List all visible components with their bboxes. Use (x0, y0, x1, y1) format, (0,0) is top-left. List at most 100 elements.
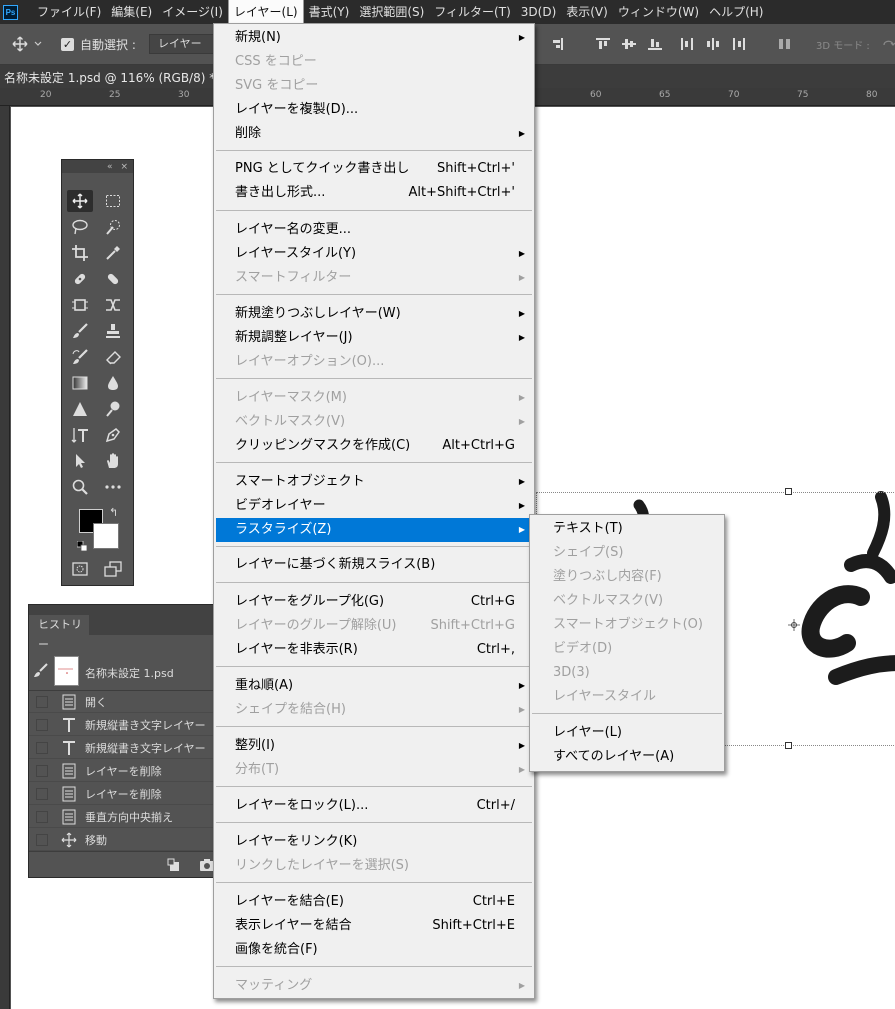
brush-tool-icon[interactable] (67, 320, 93, 342)
menu-item-hide-layers[interactable]: レイヤーを非表示(R) Ctrl+, (216, 638, 532, 662)
vertical-type-tool-icon[interactable] (67, 424, 93, 446)
distribute-center-icon[interactable] (704, 34, 722, 54)
submenu-item-all-layers[interactable]: すべてのレイヤー(A) (532, 745, 722, 769)
history-brush-source-icon[interactable] (33, 662, 49, 678)
align-top-icon[interactable] (594, 34, 612, 54)
document-tab[interactable]: 名称未設定 1.psd @ 116% (RGB/8) * (4, 69, 215, 86)
menu-select[interactable]: 選択範囲(S) (354, 0, 429, 24)
history-source-checkbox[interactable] (36, 695, 48, 708)
gradient-tool-icon[interactable] (67, 372, 93, 394)
blur-tool-icon[interactable] (100, 372, 126, 394)
history-step[interactable]: 開く (29, 691, 217, 713)
menu-filter[interactable]: フィルター(T) (429, 0, 515, 24)
menu-type[interactable]: 書式(Y) (304, 0, 355, 24)
submenu-item-shape[interactable]: シェイプ(S) (532, 541, 722, 565)
align-right-icon[interactable] (547, 34, 565, 54)
quick-selection-tool-icon[interactable] (100, 216, 126, 238)
submenu-item-type[interactable]: テキスト(T) (532, 517, 722, 541)
transform-handle-bottom[interactable] (785, 742, 792, 749)
auto-align-icon[interactable] (776, 34, 794, 54)
auto-select-checkbox[interactable]: ✓ (61, 34, 74, 54)
history-snapshot[interactable]: 名称未設定 1.psd (29, 635, 217, 691)
menu-3d[interactable]: 3D(D) (516, 0, 561, 24)
menu-item-matting[interactable]: マッティング ▶ (216, 974, 532, 998)
pen-triangle-tool-icon[interactable] (67, 398, 93, 420)
submenu-item-layer-style[interactable]: レイヤースタイル (532, 685, 722, 709)
history-source-checkbox[interactable] (36, 833, 48, 846)
history-step[interactable]: レイヤーを削除 (29, 760, 217, 782)
auto-select-target-dropdown[interactable]: レイヤー (149, 34, 219, 54)
path-selection-tool-icon[interactable] (67, 450, 93, 472)
align-vertical-center-icon[interactable] (620, 34, 638, 54)
history-source-checkbox[interactable] (36, 764, 48, 777)
distribute-left-icon[interactable] (678, 34, 696, 54)
eraser-tool-icon[interactable] (100, 346, 126, 368)
submenu-item-smart-object[interactable]: スマートオブジェクト(O) (532, 613, 722, 637)
submenu-item-video[interactable]: ビデオ(D) (532, 637, 722, 661)
history-step[interactable]: 新規縦書き文字レイヤー (29, 737, 217, 759)
menu-item-new-fill-layer[interactable]: 新規塗りつぶしレイヤー(W) ▶ (216, 302, 532, 326)
patch-tool-icon[interactable] (100, 268, 126, 290)
menu-item-duplicate-layer[interactable]: レイヤーを複製(D)... (216, 98, 532, 122)
background-color-swatch[interactable] (93, 523, 119, 549)
eyedropper-tool-icon[interactable] (100, 242, 126, 264)
menu-file[interactable]: ファイル(F) (32, 0, 106, 24)
submenu-item-fill-content[interactable]: 塗りつぶし内容(F) (532, 565, 722, 589)
more-tools-icon[interactable] (100, 476, 126, 498)
menu-layer[interactable]: レイヤー(L) (227, 0, 304, 24)
history-source-checkbox[interactable] (36, 810, 48, 823)
history-source-checkbox[interactable] (36, 787, 48, 800)
history-step[interactable]: 垂直方向中央揃え (29, 806, 217, 828)
new-document-from-state-icon[interactable] (167, 858, 181, 872)
menu-item-new-adjustment-layer[interactable]: 新規調整レイヤー(J) ▶ (216, 326, 532, 350)
menu-item-layer-style[interactable]: レイヤースタイル(Y) ▶ (216, 242, 532, 266)
menu-item-delete[interactable]: 削除 ▶ (216, 122, 532, 146)
screen-mode-icon[interactable] (100, 558, 126, 580)
menu-image[interactable]: イメージ(I) (157, 0, 228, 24)
history-step[interactable]: レイヤーを削除 (29, 783, 217, 805)
menu-view[interactable]: 表示(V) (561, 0, 613, 24)
history-step[interactable]: 移動 (29, 829, 217, 851)
lasso-tool-icon[interactable] (67, 216, 93, 238)
menu-item-layer-mask[interactable]: レイヤーマスク(M) ▶ (216, 386, 532, 410)
default-colors-icon[interactable] (76, 540, 88, 554)
menu-item-smart-filter[interactable]: スマートフィルター ▶ (216, 266, 532, 290)
crop-tool-icon[interactable] (67, 242, 93, 264)
menu-item-flatten-image[interactable]: 画像を統合(F) (216, 938, 532, 962)
3d-orbit-icon[interactable] (882, 34, 895, 54)
pen-tool-icon[interactable] (100, 424, 126, 446)
submenu-item-vector-mask[interactable]: ベクトルマスク(V) (532, 589, 722, 613)
align-bottom-icon[interactable] (646, 34, 664, 54)
history-source-checkbox[interactable] (36, 741, 48, 754)
frame-tool-icon[interactable] (67, 294, 93, 316)
menu-item-lock-layers[interactable]: レイヤーをロック(L)... Ctrl+/ (216, 794, 532, 818)
distribute-right-icon[interactable] (730, 34, 748, 54)
history-brush-tool-icon[interactable] (67, 346, 93, 368)
close-icon[interactable]: × (120, 162, 128, 172)
content-aware-move-tool-icon[interactable] (100, 294, 126, 316)
quick-mask-icon[interactable] (67, 558, 93, 580)
move-tool-icon[interactable] (67, 190, 93, 212)
menu-item-rasterize[interactable]: ラスタライズ(Z) ▶ (216, 518, 532, 542)
clone-stamp-tool-icon[interactable] (100, 320, 126, 342)
menu-edit[interactable]: 編集(E) (106, 0, 157, 24)
menu-item-merge-layers[interactable]: レイヤーを結合(E) Ctrl+E (216, 890, 532, 914)
menu-item-rename-layer[interactable]: レイヤー名の変更... (216, 218, 532, 242)
hand-tool-icon[interactable] (100, 450, 126, 472)
menu-item-merge-visible[interactable]: 表示レイヤーを結合 Shift+Ctrl+E (216, 914, 532, 938)
healing-brush-tool-icon[interactable] (67, 268, 93, 290)
submenu-item-3d[interactable]: 3D(3) (532, 661, 722, 685)
history-source-checkbox[interactable] (36, 718, 48, 731)
zoom-tool-icon[interactable] (67, 476, 93, 498)
menu-item-align[interactable]: 整列(I) ▶ (216, 734, 532, 758)
menu-item-quick-export-png[interactable]: PNG としてクイック書き出し Shift+Ctrl+' (216, 157, 532, 181)
menu-item-select-linked-layers[interactable]: リンクしたレイヤーを選択(S) (216, 854, 532, 878)
move-tool-preset-icon[interactable] (12, 34, 42, 54)
menu-item-link-layers[interactable]: レイヤーをリンク(K) (216, 830, 532, 854)
menu-item-copy-svg[interactable]: SVG をコピー (216, 74, 532, 98)
menu-item-layer-options[interactable]: レイヤーオプション(O)... (216, 350, 532, 374)
menu-item-video-layer[interactable]: ビデオレイヤー ▶ (216, 494, 532, 518)
menu-item-group-layers[interactable]: レイヤーをグループ化(G) Ctrl+G (216, 590, 532, 614)
menu-item-vector-mask[interactable]: ベクトルマスク(V) ▶ (216, 410, 532, 434)
reference-point-icon[interactable] (788, 619, 800, 631)
